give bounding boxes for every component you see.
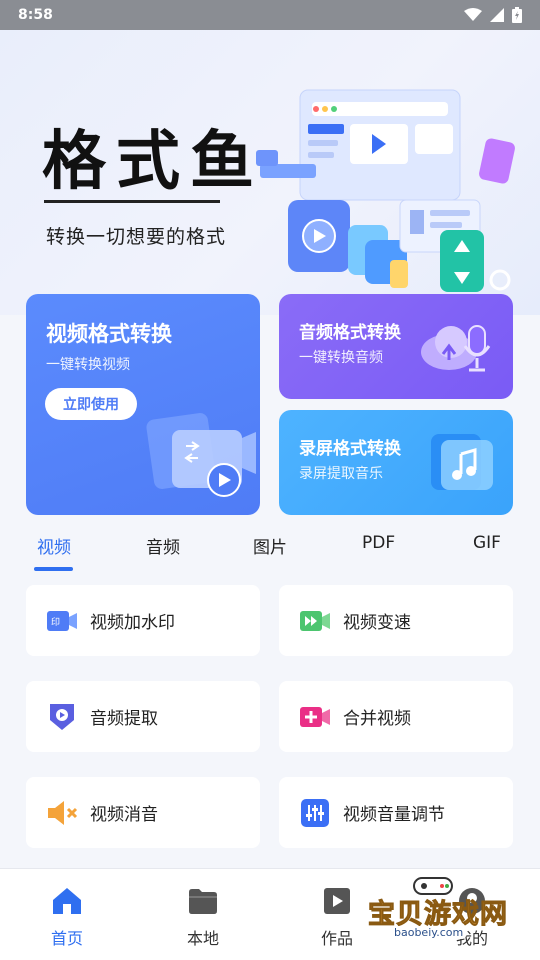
tile-audio-extract[interactable]: 音频提取 <box>26 681 260 752</box>
tab-gif[interactable]: GIF <box>473 533 501 553</box>
nav-local[interactable]: 本地 <box>163 883 243 949</box>
record-card-subtitle: 录屏提取音乐 <box>299 466 383 482</box>
tile-merge-video[interactable]: 合并视频 <box>279 681 513 752</box>
tab-video[interactable]: 视频 <box>37 533 71 558</box>
music-note-icon <box>431 434 493 490</box>
video-card-title: 视频格式转换 <box>46 322 172 346</box>
svg-text:印: 印 <box>51 616 60 628</box>
video-convert-icon <box>146 413 256 497</box>
tile-video-watermark[interactable]: 印 视频加水印 <box>26 585 260 656</box>
app-title: 格式鱼 <box>42 125 264 199</box>
video-convert-card[interactable]: 视频格式转换 一键转换视频 立即使用 <box>26 294 260 515</box>
battery-icon <box>512 7 522 23</box>
hero-illustration <box>256 89 515 292</box>
video-speed-icon <box>299 605 331 637</box>
status-bar: 8:58 <box>0 0 540 30</box>
hero-banner: 格式鱼 转换一切想要的格式 <box>0 30 540 315</box>
tile-volume-adjust[interactable]: 视频音量调节 <box>279 777 513 848</box>
audio-card-subtitle: 一键转换音频 <box>299 350 383 366</box>
tile-label: 视频变速 <box>343 613 411 633</box>
app-slogan: 转换一切想要的格式 <box>46 226 227 248</box>
nav-home[interactable]: 首页 <box>27 883 107 949</box>
cloud-microphone-icon <box>421 325 491 372</box>
tile-label: 视频音量调节 <box>343 805 445 825</box>
record-card-title: 录屏格式转换 <box>299 439 401 459</box>
site-watermark: 宝贝游戏网 baobeiy.com <box>362 870 540 954</box>
volume-adjust-icon <box>299 797 331 829</box>
mute-video-icon <box>46 797 78 829</box>
folder-icon <box>163 883 243 919</box>
status-time: 8:58 <box>18 7 53 23</box>
title-underline <box>44 200 220 203</box>
merge-video-icon <box>299 701 331 733</box>
video-card-subtitle: 一键转换视频 <box>46 357 130 373</box>
audio-card-title: 音频格式转换 <box>299 323 401 343</box>
tab-indicator <box>34 567 73 571</box>
audio-extract-icon <box>46 701 78 733</box>
tab-image[interactable]: 图片 <box>253 533 287 558</box>
tile-label: 视频加水印 <box>90 613 175 633</box>
signal-icon <box>490 8 504 22</box>
tab-audio[interactable]: 音频 <box>146 533 180 558</box>
tile-label: 合并视频 <box>343 709 411 729</box>
record-convert-card[interactable]: 录屏格式转换 录屏提取音乐 <box>279 410 513 515</box>
tile-video-speed[interactable]: 视频变速 <box>279 585 513 656</box>
tab-pdf[interactable]: PDF <box>362 533 395 553</box>
nav-label: 首页 <box>50 929 83 948</box>
tile-label: 视频消音 <box>90 805 158 825</box>
home-icon <box>27 883 107 919</box>
watermark-url: baobeiy.com <box>390 926 468 939</box>
wifi-icon <box>464 8 482 21</box>
status-icons <box>464 7 522 23</box>
video-watermark-icon: 印 <box>46 605 78 637</box>
category-tabs: 视频 音频 图片 PDF GIF <box>0 528 540 572</box>
tile-mute-video[interactable]: 视频消音 <box>26 777 260 848</box>
audio-convert-card[interactable]: 音频格式转换 一键转换音频 <box>279 294 513 399</box>
use-now-button[interactable]: 立即使用 <box>45 388 137 420</box>
nav-label: 本地 <box>186 929 219 948</box>
tile-label: 音频提取 <box>90 709 158 729</box>
